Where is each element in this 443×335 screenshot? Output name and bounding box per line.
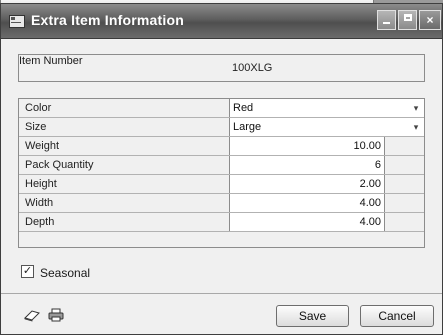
- pack-quantity-value: 6: [374, 159, 381, 171]
- fields-panel: Color Red ▾ Size Large ▾ Weight 10.00 Pa…: [18, 98, 425, 248]
- row-width: Width 4.00: [19, 194, 424, 212]
- color-select[interactable]: Red ▾: [229, 99, 424, 117]
- row-size: Size Large ▾: [19, 118, 424, 136]
- close-button[interactable]: ×: [419, 10, 441, 30]
- color-label: Color: [25, 102, 52, 114]
- height-value: 2.00: [359, 178, 381, 190]
- seasonal-checkbox[interactable]: ✓: [21, 265, 34, 278]
- height-field[interactable]: 2.00: [229, 175, 385, 193]
- width-label: Width: [25, 197, 54, 209]
- weight-label: Weight: [25, 140, 60, 152]
- window-app-icon: [9, 15, 25, 28]
- item-number-value: 100XLG: [232, 62, 273, 74]
- item-number-label: Item Number: [19, 55, 83, 67]
- width-value: 4.00: [359, 197, 381, 209]
- row-depth: Depth 4.00: [19, 213, 424, 231]
- width-field[interactable]: 4.00: [229, 194, 385, 212]
- size-select[interactable]: Large ▾: [229, 118, 424, 136]
- minimize-button[interactable]: [377, 10, 396, 30]
- footer-divider: [1, 293, 442, 294]
- pack-quantity-label: Pack Quantity: [25, 159, 94, 171]
- maximize-button[interactable]: [398, 10, 417, 30]
- cancel-button[interactable]: Cancel: [360, 305, 434, 327]
- minimize-icon: [383, 22, 390, 24]
- row-height: Height 2.00: [19, 175, 424, 193]
- row-divider: [19, 231, 424, 232]
- save-button[interactable]: Save: [276, 305, 349, 327]
- item-number-panel: Item Number 100XLG: [18, 54, 425, 82]
- window-title: Extra Item Information: [31, 12, 184, 28]
- row-color: Color Red ▾: [19, 99, 424, 117]
- extra-item-information-dialog: Extra Item Information × Item Number 100…: [0, 3, 443, 335]
- seasonal-label[interactable]: Seasonal: [40, 266, 90, 280]
- pack-quantity-field[interactable]: 6: [229, 156, 385, 174]
- weight-value: 10.00: [353, 140, 381, 152]
- weight-field[interactable]: 10.00: [229, 137, 385, 155]
- depth-label: Depth: [25, 216, 55, 228]
- eraser-icon[interactable]: [23, 308, 41, 322]
- color-value: Red: [233, 102, 254, 114]
- maximize-icon: [403, 14, 412, 21]
- chevron-down-icon[interactable]: ▾: [410, 102, 422, 114]
- size-value: Large: [233, 121, 262, 133]
- depth-value: 4.00: [359, 216, 381, 228]
- close-icon: ×: [426, 13, 434, 27]
- size-label: Size: [25, 121, 47, 133]
- printer-icon[interactable]: [47, 308, 65, 322]
- depth-field[interactable]: 4.00: [229, 213, 385, 231]
- title-bar[interactable]: Extra Item Information ×: [1, 4, 442, 39]
- row-pack-quantity: Pack Quantity 6: [19, 156, 424, 174]
- height-label: Height: [25, 178, 57, 190]
- chevron-down-icon[interactable]: ▾: [410, 121, 422, 133]
- row-weight: Weight 10.00: [19, 137, 424, 155]
